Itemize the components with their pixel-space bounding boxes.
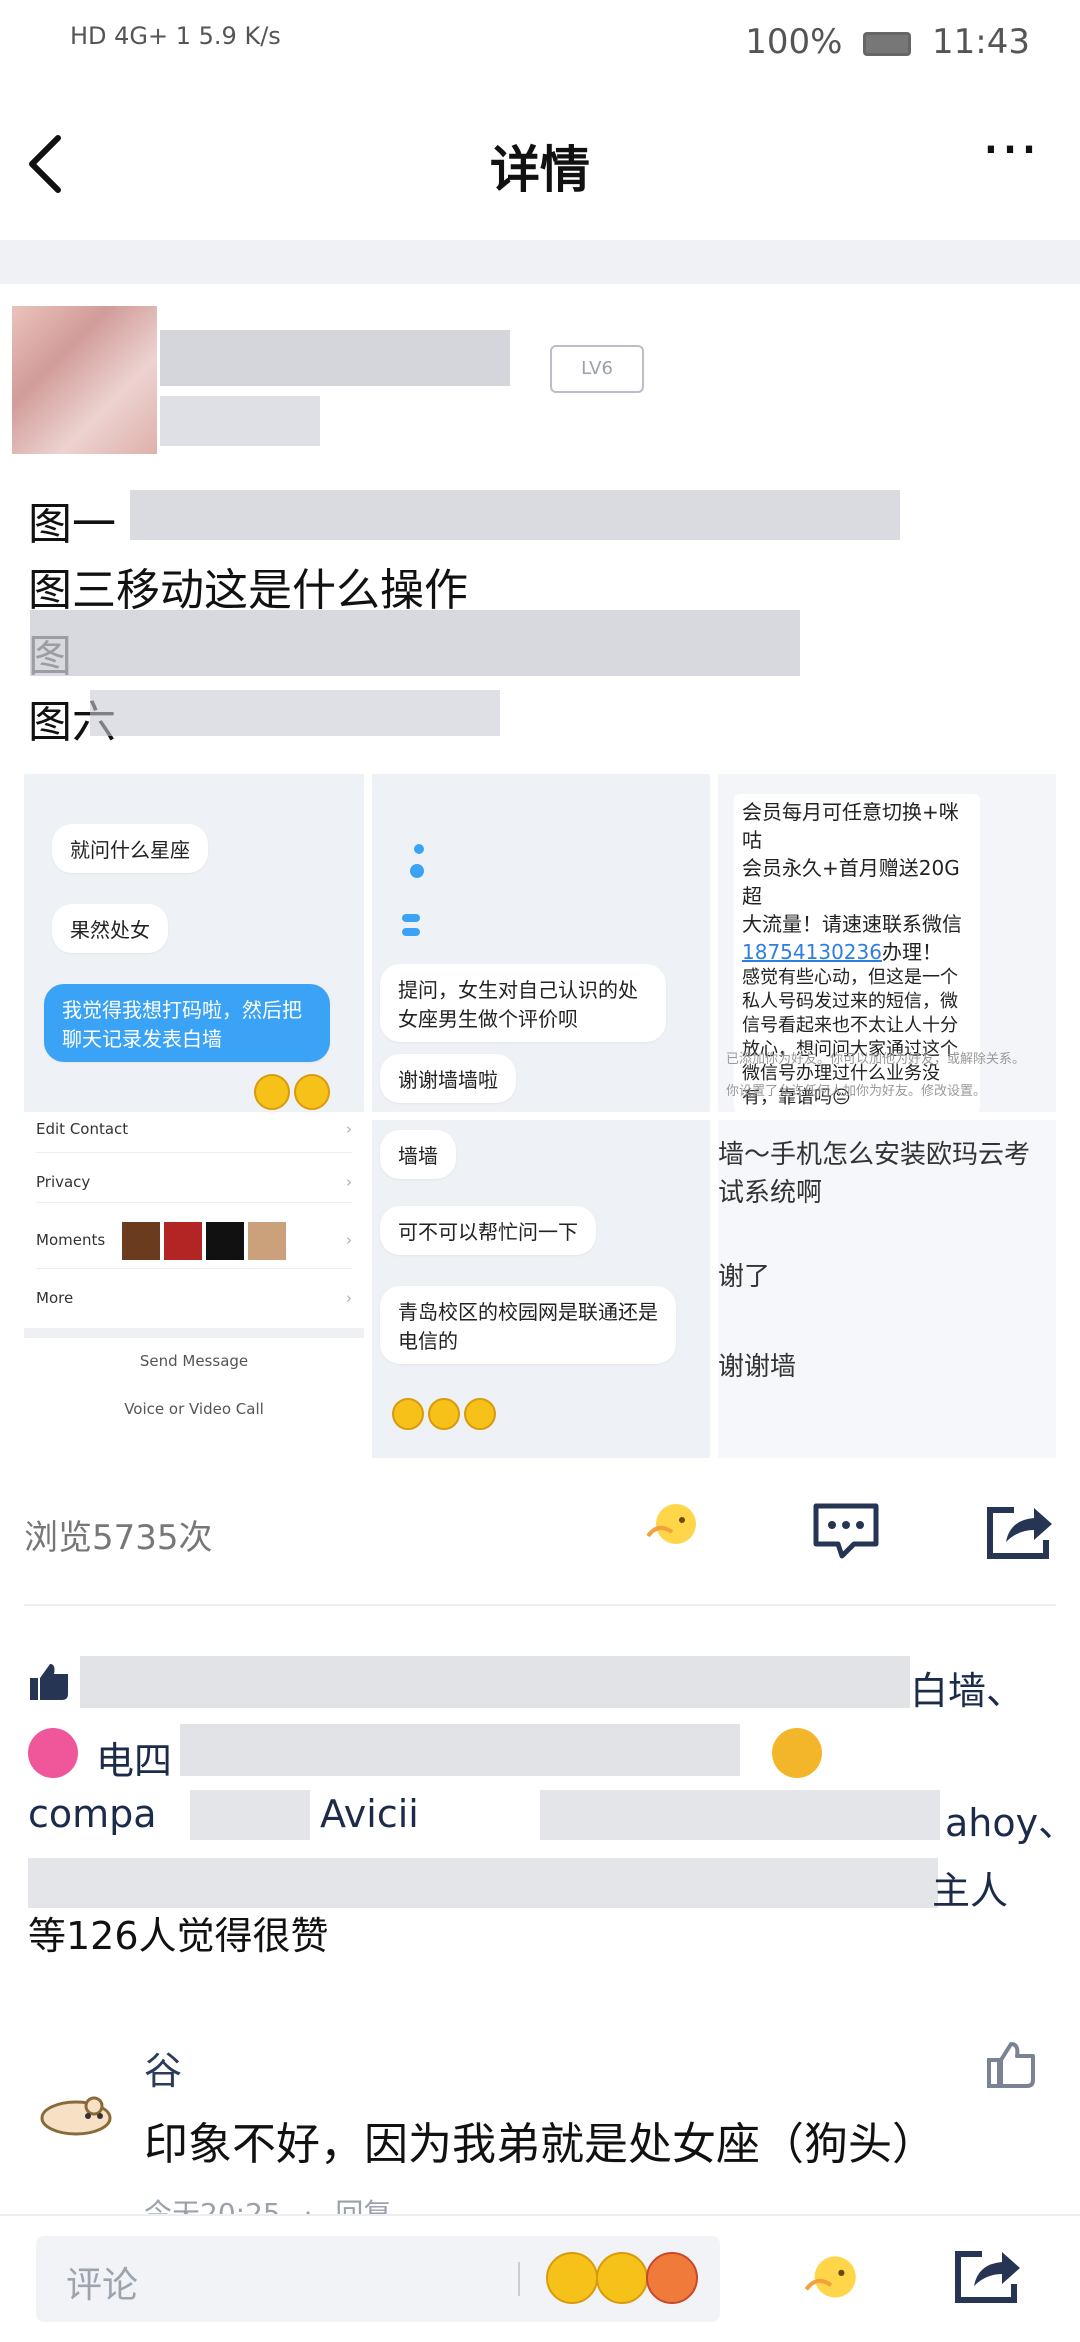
pink-badge-icon [28,1728,78,1778]
comment-button[interactable] [810,1500,882,1562]
likes-line-3-start[interactable]: compa [28,1792,157,1836]
emoji-icon [254,1074,290,1110]
post-image-3[interactable]: 会员每月可任意切换+咪咕 会员永久+首月赠送20G超 大流量！请速速联系微信 1… [718,774,1056,1112]
more-dots-icon: ··· [981,115,1039,185]
system-notice: 你设置了允许任何人加你为好友。修改设置。 [726,1084,987,1099]
crown-badge-icon [772,1728,822,1778]
settings-row: Privacy › [36,1162,352,1203]
post-line-1: 图一 [28,499,116,550]
settings-row: Moments › [36,1212,352,1269]
laugh-cry-emoji-button[interactable] [596,2252,648,2304]
chat-bubble: 谢谢墙墙啦 [380,1054,516,1103]
comment-like-button[interactable] [985,2038,1039,2092]
comment-placeholder: 评论 [66,2265,139,2306]
emoji-icon [294,1074,330,1110]
likes-count[interactable]: 等126人觉得很赞 [28,1905,329,1960]
post-image-5[interactable]: 墙墙 可不可以帮忙问一下 青岛校区的校园网是联通还是电信的 [372,1120,710,1458]
page-title: 详情 [490,141,590,199]
emoji-icon [464,1398,496,1430]
status-bar: HD 4G+ 1 5.9 K/s 100% 11:43 [0,0,1080,92]
angry-emoji-button[interactable] [646,2252,698,2304]
status-right: 100% 11:43 [745,22,1030,62]
chat-bubble: 我觉得我想打码啦，然后把聊天记录发表白墙 [44,984,330,1062]
chat-bubble: 墙墙 [380,1130,456,1179]
redacted-block [90,690,500,736]
battery-icon [863,31,912,56]
share-icon [987,1507,1052,1559]
emoji-icon [392,1398,424,1430]
divider [518,2262,520,2296]
image-dot [410,864,424,878]
like-thumb-icon [28,1660,72,1704]
commenter-name[interactable]: 谷 [144,2040,182,2095]
handwritten-line: 墙～手机怎么安装欧玛云考 [718,1140,1031,1170]
view-count: 浏览5735次 [24,1518,213,1558]
post-image-1[interactable]: 就问什么星座 果然处女 我觉得我想打码啦，然后把聊天记录发表白墙 [24,774,364,1112]
post-line-2: 图三移动这是什么操作 [28,565,468,616]
more-button[interactable]: ··· [970,120,1050,200]
redacted-names [190,1790,310,1840]
bottom-share-button[interactable] [952,2244,1024,2306]
share-icon [955,2251,1020,2303]
post-image-4[interactable]: Edit Contact › Privacy › Moments › More › S… [24,1120,364,1458]
system-notice: 已添加你为好友。你可以加他为好友，或解除关系。 [726,1052,1026,1067]
commenter-avatar[interactable] [28,2078,123,2148]
author-sub-redacted [160,396,320,446]
settings-row: Edit Contact › [36,1120,352,1153]
chat-bubble: 青岛校区的校园网是联通还是电信的 [380,1286,676,1364]
clock: 11:43 [932,22,1030,62]
chat-bubble: 提问，女生对自己认识的处女座男生做个评价呗 [380,964,666,1042]
hamster-avatar-icon [40,2096,112,2136]
likes-line-2-start[interactable]: 电四 [96,1730,172,1785]
level-badge: LV6 [550,345,644,393]
handwritten-line: 试系统啊 [718,1178,823,1208]
divider [24,1604,1056,1606]
likes-line-4-end[interactable]: 主人 [932,1860,1008,1915]
image-dot [414,844,424,854]
post-image-2[interactable]: 提问，女生对自己认识的处女座男生做个评价呗 谢谢墙墙啦 [372,774,710,1112]
comment-icon [813,1503,879,1559]
battery-percent: 100% [745,22,843,62]
redacted-names [540,1790,940,1840]
handwritten-line: 谢谢墙 [718,1352,797,1382]
settings-row: More › [36,1289,352,1307]
author-name-redacted[interactable] [160,330,510,386]
phone-link: 18754130236 [742,940,882,964]
redacted-names [180,1724,740,1776]
chat-bubble: 就问什么星座 [52,824,208,873]
chat-bubble: 可不可以帮忙问一下 [380,1206,596,1255]
image-dot [402,928,420,936]
thumbs-up-icon [987,2042,1035,2088]
bottom-like-button[interactable] [796,2244,862,2310]
sun-mascot-icon [804,2256,856,2298]
comment-text: 印象不好，因为我弟就是处女座（狗头） [144,2119,936,2170]
redacted-block [130,490,900,540]
redacted-names [28,1858,938,1908]
emoji-icon [428,1398,460,1430]
handwritten-line: 谢了 [718,1262,771,1292]
voice-call-row: Voice or Video Call [124,1400,264,1418]
likes-line-3-mid[interactable]: Avicii [320,1792,419,1836]
divider [24,1328,364,1338]
send-message-row: Send Message [139,1352,249,1370]
redacted-block [30,610,800,676]
grin-emoji-button[interactable] [546,2252,598,2304]
image-dot [402,914,420,922]
likes-line-1-end[interactable]: 白墙、 [910,1660,1024,1715]
author-avatar[interactable] [12,306,157,454]
redacted-names [80,1656,910,1708]
moments-thumbs [122,1222,286,1283]
post-image-6[interactable]: 墙～手机怎么安装欧玛云考 试系统啊 谢了 谢谢墙 [718,1120,1056,1458]
header-divider-band [0,240,1080,284]
likes-line-3-end[interactable]: ahoy、 [945,1792,1076,1847]
share-button[interactable] [984,1500,1056,1562]
like-button[interactable] [638,1492,702,1556]
sun-mascot-icon [646,1504,696,1544]
status-network: HD 4G+ 1 5.9 K/s [70,22,281,50]
chat-bubble: 果然处女 [52,904,168,953]
